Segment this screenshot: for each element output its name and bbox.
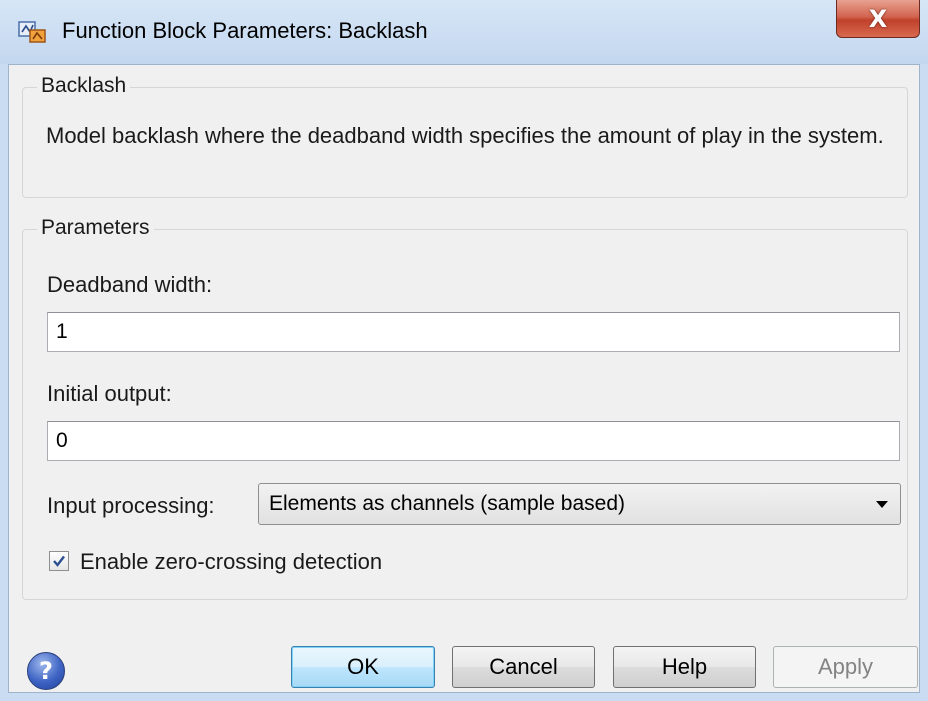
dialog-window: Function Block Parameters: Backlash X Ba… bbox=[0, 0, 928, 701]
block-description: Model backlash where the deadband width … bbox=[46, 123, 884, 148]
input-processing-label: Input processing: bbox=[47, 493, 215, 518]
check-icon bbox=[53, 555, 65, 567]
close-button[interactable]: X bbox=[836, 0, 920, 38]
chevron-down-icon bbox=[876, 501, 888, 508]
help-button[interactable]: Help bbox=[613, 646, 756, 688]
simulink-block-icon bbox=[18, 20, 48, 44]
zero-crossing-checkbox[interactable] bbox=[49, 551, 69, 571]
deadband-width-label: Deadband width: bbox=[47, 272, 213, 297]
zero-crossing-label[interactable]: Enable zero-crossing detection bbox=[80, 549, 382, 575]
parameters-group-label: Parameters bbox=[37, 216, 154, 240]
help-icon-glyph: ? bbox=[39, 657, 53, 685]
deadband-width-input[interactable] bbox=[47, 312, 900, 352]
ok-button[interactable]: OK bbox=[291, 646, 435, 688]
apply-button[interactable]: Apply bbox=[773, 646, 918, 688]
cancel-button[interactable]: Cancel bbox=[452, 646, 595, 688]
close-icon: X bbox=[868, 5, 888, 33]
initial-output-input[interactable] bbox=[47, 421, 900, 461]
title-bar[interactable]: Function Block Parameters: Backlash X bbox=[0, 0, 928, 64]
help-icon[interactable]: ? bbox=[27, 652, 65, 690]
input-processing-dropdown[interactable]: Elements as channels (sample based) bbox=[258, 483, 901, 525]
input-processing-selected: Elements as channels (sample based) bbox=[269, 492, 626, 515]
description-group-label: Backlash bbox=[37, 74, 131, 98]
initial-output-label: Initial output: bbox=[47, 381, 172, 406]
dialog-client-area: Backlash Model backlash where the deadba… bbox=[8, 64, 920, 693]
window-title: Function Block Parameters: Backlash bbox=[62, 18, 428, 43]
